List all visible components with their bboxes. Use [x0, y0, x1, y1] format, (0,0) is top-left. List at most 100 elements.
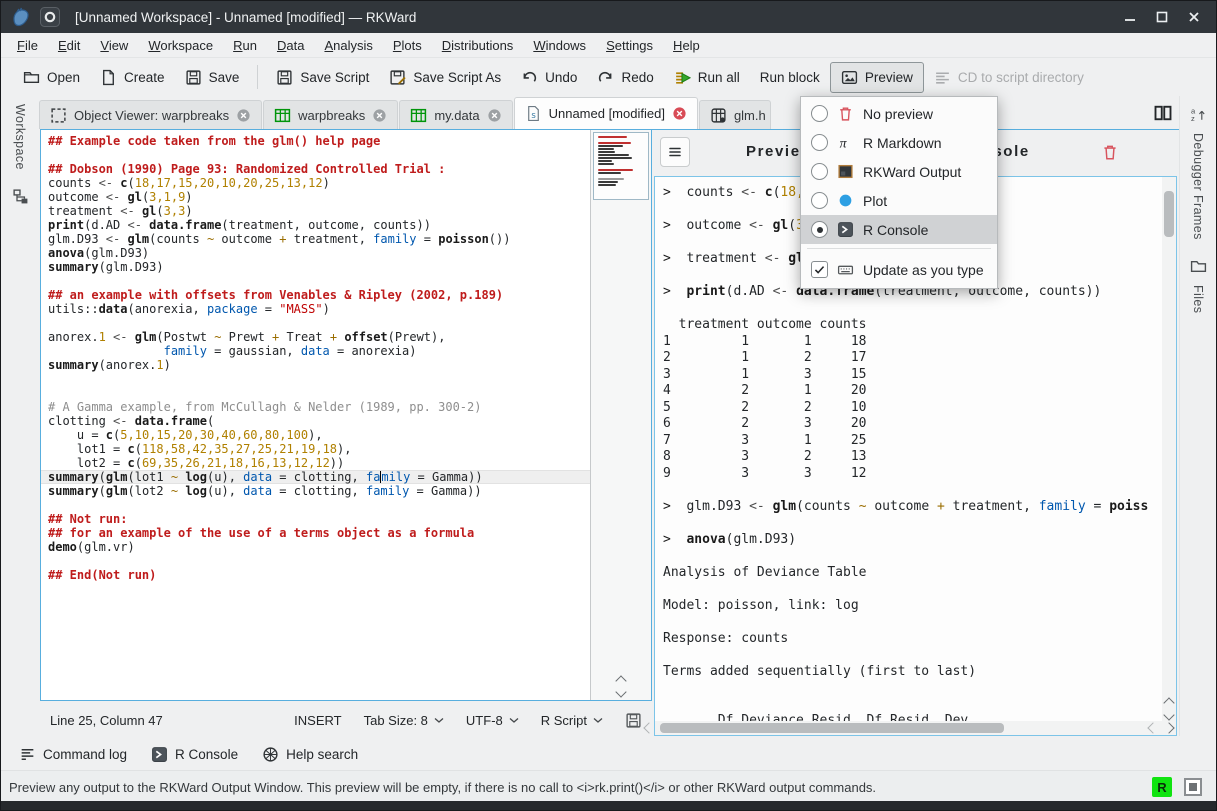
save-button[interactable]: Save: [175, 63, 250, 92]
code-line: anova(glm.D93): [41, 246, 590, 260]
code-line: summary(glm(lot1 ~ log(u), data = clotti…: [41, 470, 590, 484]
split-view-icon[interactable]: [1153, 103, 1173, 123]
scroll-up-icon[interactable]: [615, 675, 626, 686]
sidebar-item-debugger-frames[interactable]: Debugger Frames: [1191, 133, 1205, 240]
scroll-down-icon[interactable]: [615, 686, 626, 697]
maximize-button[interactable]: [1154, 9, 1170, 25]
code-line: lot1 = c(118,58,42,35,27,25,21,19,18),: [41, 442, 590, 456]
svg-text:z: z: [1190, 114, 1194, 123]
menu-windows[interactable]: Windows: [523, 35, 596, 56]
toolbar-separator: [257, 65, 258, 89]
menu-data[interactable]: Data: [267, 35, 314, 56]
help-search-icon: [262, 746, 279, 763]
checkbox-checked-icon[interactable]: [811, 261, 828, 278]
menu-settings[interactable]: Settings: [596, 35, 663, 56]
encoding-select[interactable]: UTF-8: [466, 713, 519, 728]
code-line: 4 2 1 20: [663, 383, 1162, 400]
menu-run[interactable]: Run: [223, 35, 267, 56]
save-icon[interactable]: [625, 712, 642, 729]
rkward-output-icon: [837, 163, 854, 180]
menu-item-update-as-you-type[interactable]: Update as you type: [801, 253, 997, 286]
run-block-button[interactable]: Run block: [750, 64, 830, 91]
sidebar-item-workspace[interactable]: Workspace: [13, 104, 27, 170]
save-script-as-button[interactable]: Save Script As: [379, 63, 511, 92]
sidebar-item-files[interactable]: Files: [1191, 285, 1205, 313]
close-icon[interactable]: [236, 108, 251, 123]
menu-distributions[interactable]: Distributions: [432, 35, 524, 56]
scroll-down-icon[interactable]: [1163, 709, 1174, 720]
code-line: ## Not run:: [41, 512, 590, 526]
code-line: glm.D93 <- glm(counts ~ outcome + treatm…: [41, 232, 590, 246]
radio-unchecked-icon[interactable]: [811, 192, 828, 209]
save-script-button[interactable]: Save Script: [266, 63, 379, 92]
workspace-icon[interactable]: [12, 188, 29, 205]
menu-workspace[interactable]: Workspace: [138, 35, 223, 56]
close-icon[interactable]: [487, 108, 502, 123]
menu-plots[interactable]: Plots: [383, 35, 432, 56]
console-vertical-scrollbar[interactable]: [1162, 177, 1176, 721]
radio-unchecked-icon[interactable]: [811, 163, 828, 180]
redo-icon: [597, 69, 614, 86]
menu-edit[interactable]: Edit: [48, 35, 90, 56]
editor-scrollbar[interactable]: [590, 130, 651, 700]
radio-unchecked-icon[interactable]: [811, 134, 828, 151]
highlight-mode-select[interactable]: R Script: [541, 713, 603, 728]
script-editor-text[interactable]: ## Example code taken from the glm() hel…: [41, 130, 590, 700]
run-all-button[interactable]: Run all: [664, 63, 750, 92]
menu-bar: FileEditViewWorkspaceRunDataAnalysisPlot…: [1, 33, 1216, 58]
command-log-button[interactable]: Command log: [9, 741, 137, 768]
menu-item-plot[interactable]: Plot: [801, 186, 997, 215]
code-line: outcome <- gl(3,1,9): [41, 190, 590, 204]
menu-item-r-console[interactable]: R Console: [801, 215, 997, 244]
close-icon[interactable]: [372, 108, 387, 123]
window-bottom-edge: [1, 801, 1216, 810]
close-button[interactable]: [1186, 9, 1202, 25]
code-line: demo(glm.vr): [41, 540, 590, 554]
scroll-left-icon[interactable]: [1147, 722, 1158, 733]
right-tool-sidebar: az Debugger Frames Files: [1179, 96, 1216, 736]
menu-file[interactable]: File: [7, 35, 48, 56]
open-button[interactable]: Open: [13, 63, 90, 92]
stop-engine-button[interactable]: [1184, 778, 1202, 796]
menu-item-rkward-output[interactable]: RKWard Output: [801, 157, 997, 186]
menu-help[interactable]: Help: [663, 35, 710, 56]
scrollbar-thumb[interactable]: [660, 723, 1004, 733]
data-table-icon: [274, 107, 291, 124]
scrollbar-thumb[interactable]: [1164, 191, 1174, 237]
minimize-button[interactable]: [1122, 9, 1138, 25]
tab-my-data[interactable]: my.data: [399, 100, 512, 129]
menu-item-no-preview[interactable]: No preview: [801, 99, 997, 128]
menu-analysis[interactable]: Analysis: [314, 35, 382, 56]
code-line: 6 2 3 20: [663, 416, 1162, 433]
r-engine-status: R: [1152, 777, 1172, 797]
scroll-up-icon[interactable]: [1163, 697, 1174, 708]
code-line: treatment outcome counts: [663, 317, 1162, 334]
preview-button[interactable]: Preview: [830, 62, 924, 93]
tab-glm-help[interactable]: glm.h: [699, 100, 771, 129]
script-editor: ## Example code taken from the glm() hel…: [40, 129, 652, 701]
create-button[interactable]: Create: [90, 63, 175, 92]
code-line: [663, 482, 1162, 499]
scroll-right-icon[interactable]: [1163, 722, 1174, 733]
help-search-button[interactable]: Help search: [252, 741, 368, 768]
radio-unchecked-icon[interactable]: [811, 105, 828, 122]
hamburger-menu-button[interactable]: [660, 137, 690, 167]
close-icon[interactable]: [672, 106, 687, 121]
trash-icon: [837, 105, 854, 122]
tab-warpbreaks[interactable]: warpbreaks: [263, 100, 398, 129]
save-icon: [185, 69, 202, 86]
redo-button[interactable]: Redo: [587, 63, 663, 92]
radio-checked-icon[interactable]: [811, 221, 828, 238]
menu-item-r-markdown[interactable]: πR Markdown: [801, 128, 997, 157]
tab-unnamed-modified[interactable]: sUnnamed [modified]: [514, 97, 698, 129]
tab-size-select[interactable]: Tab Size: 8: [364, 713, 444, 728]
r-console-button[interactable]: R Console: [141, 741, 248, 768]
undo-button[interactable]: Undo: [511, 63, 587, 92]
trash-icon[interactable]: [1101, 143, 1119, 161]
menu-view[interactable]: View: [90, 35, 138, 56]
editor-minimap[interactable]: [593, 132, 649, 200]
insert-mode[interactable]: INSERT: [294, 713, 341, 728]
tab-object-viewer-warpbreaks[interactable]: Object Viewer: warpbreaks: [39, 100, 262, 129]
cd-to-script-directory-button[interactable]: CD to script directory: [924, 63, 1094, 92]
console-horizontal-scrollbar[interactable]: [655, 721, 1176, 735]
